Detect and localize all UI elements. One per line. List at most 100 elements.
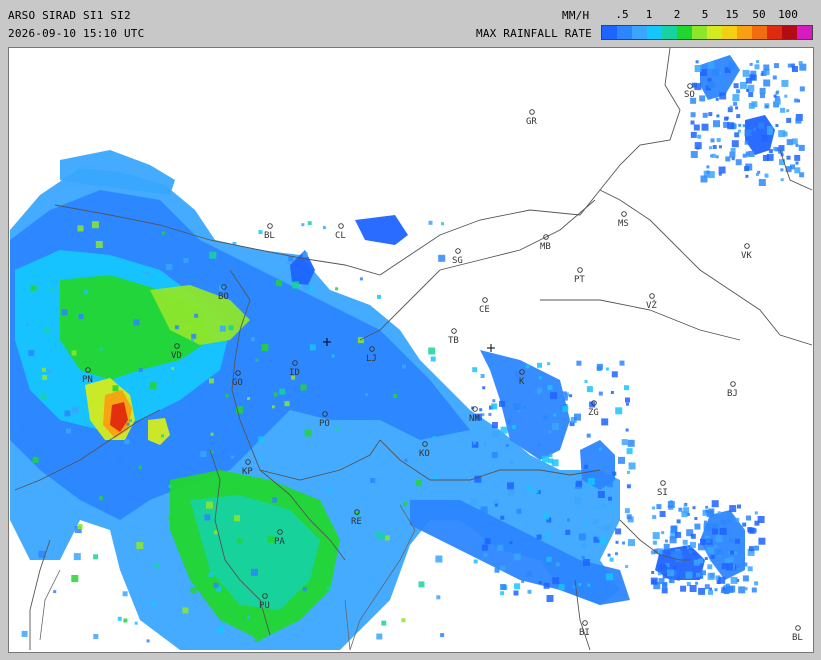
rainfall-cell (537, 362, 542, 368)
rainfall-cell (706, 547, 714, 555)
rainfall-cell (403, 502, 407, 507)
rainfall-cell (596, 363, 603, 370)
rainfall-cell (607, 553, 611, 557)
rainfall-cell (216, 452, 224, 460)
rainfall-cell (598, 391, 603, 396)
rainfall-cell (676, 519, 681, 524)
rainfall-cell (598, 447, 602, 451)
rainfall-cell (433, 475, 438, 480)
rainfall-cell (472, 367, 478, 373)
rainfall-cell (151, 601, 157, 607)
rainfall-cell (625, 565, 629, 569)
rainfall-cell (682, 539, 688, 545)
rainfall-cell (578, 583, 582, 586)
rainfall-cell (599, 537, 607, 545)
rainfall-cell (481, 544, 488, 551)
rainfall-cell (713, 120, 720, 128)
rainfall-cell (678, 507, 683, 512)
rainfall-cell (377, 294, 381, 299)
city-label: KO (419, 449, 430, 459)
rainfall-cell (738, 586, 746, 594)
rainfall-cell (112, 385, 119, 392)
rainfall-cell (521, 579, 525, 583)
rainfall-cell (222, 444, 229, 451)
city-marker: BL (792, 625, 803, 643)
rainfall-cell (146, 271, 149, 275)
city-label: RE (351, 517, 362, 527)
rainfall-cell (714, 588, 718, 592)
rainfall-cell (696, 572, 700, 577)
rainfall-cell (567, 518, 570, 522)
rainfall-cell (552, 423, 559, 430)
rainfall-cell (729, 505, 737, 513)
rainfall-cell (730, 148, 736, 153)
rainfall-cell (626, 484, 631, 489)
rainfall-cell (271, 405, 275, 409)
radar-map[interactable]: SO GR MS MB VK SG PT CE VŽ TB BJ ZG NM SI BI BL CL BL BO VD… (8, 47, 814, 653)
rainfall-cell (511, 425, 516, 430)
rainfall-cell (483, 552, 488, 557)
rainfall-cell (798, 144, 805, 151)
city-dot (744, 243, 750, 249)
rainfall-layer (10, 55, 807, 650)
rainfall-cell (309, 344, 316, 351)
rainfall-cell (689, 585, 697, 592)
city-dot (451, 328, 457, 334)
legend-swatch (752, 26, 767, 39)
rainfall-cell (748, 92, 754, 97)
city-marker: SI (657, 480, 668, 498)
rainfall-cell (565, 529, 571, 535)
city-label: TB (448, 336, 459, 346)
city-label: BJ (727, 389, 738, 399)
rainfall-cell (32, 456, 39, 463)
rainfall-cell (20, 424, 26, 430)
rainfall-cell (99, 496, 104, 501)
city-marker: CL (335, 223, 346, 241)
rainfall-cell (693, 124, 700, 131)
rainfall-cell (795, 117, 802, 124)
rainfall-cell (710, 554, 715, 559)
rainfall-cell (66, 428, 72, 434)
rainfall-cell (603, 524, 610, 531)
rainfall-cell (692, 552, 696, 556)
rainfall-cell (547, 385, 553, 390)
rainfall-cell (494, 503, 498, 507)
rainfall-cell (129, 419, 132, 423)
rainfall-cell (736, 89, 741, 94)
rainfall-cell (435, 555, 443, 563)
rainfall-cell (546, 556, 552, 562)
rainfall-cell (717, 511, 721, 515)
legend-swatch (707, 26, 722, 39)
rainfall-cell (326, 586, 331, 591)
city-label: PN (82, 375, 93, 385)
rainfall-cell (768, 149, 773, 154)
rainfall-cell (754, 545, 759, 551)
rainfall-cell (432, 436, 436, 440)
rainfall-cell (581, 543, 587, 549)
rainfall-cell (582, 559, 590, 566)
rainfall-cell (745, 151, 750, 156)
legend-color-bar (601, 25, 813, 40)
rainfall-cell (597, 526, 601, 530)
rainfall-cell (656, 504, 662, 510)
rainfall-cell (622, 541, 625, 545)
rainfall-cell (719, 527, 727, 535)
rainfall-cell (698, 587, 706, 595)
rainfall-cell (547, 362, 551, 366)
rainfall-cell (661, 531, 665, 535)
rainfall-cell (669, 536, 677, 544)
rainfall-cell (307, 221, 312, 226)
city-label: VD (171, 351, 182, 361)
rainfall-cell (95, 241, 103, 248)
rainfall-cell (669, 578, 675, 584)
rainfall-cell (742, 575, 749, 582)
rainfall-cell (168, 515, 174, 521)
rainfall-cell (667, 501, 675, 509)
rainfall-cell (479, 408, 483, 412)
city-label: PA (274, 537, 285, 547)
legend-swatch (632, 26, 647, 39)
rainfall-cell (509, 460, 514, 465)
rainfall-cell (508, 490, 515, 497)
rainfall-cell (704, 584, 710, 590)
rainfall-cell (505, 444, 509, 447)
